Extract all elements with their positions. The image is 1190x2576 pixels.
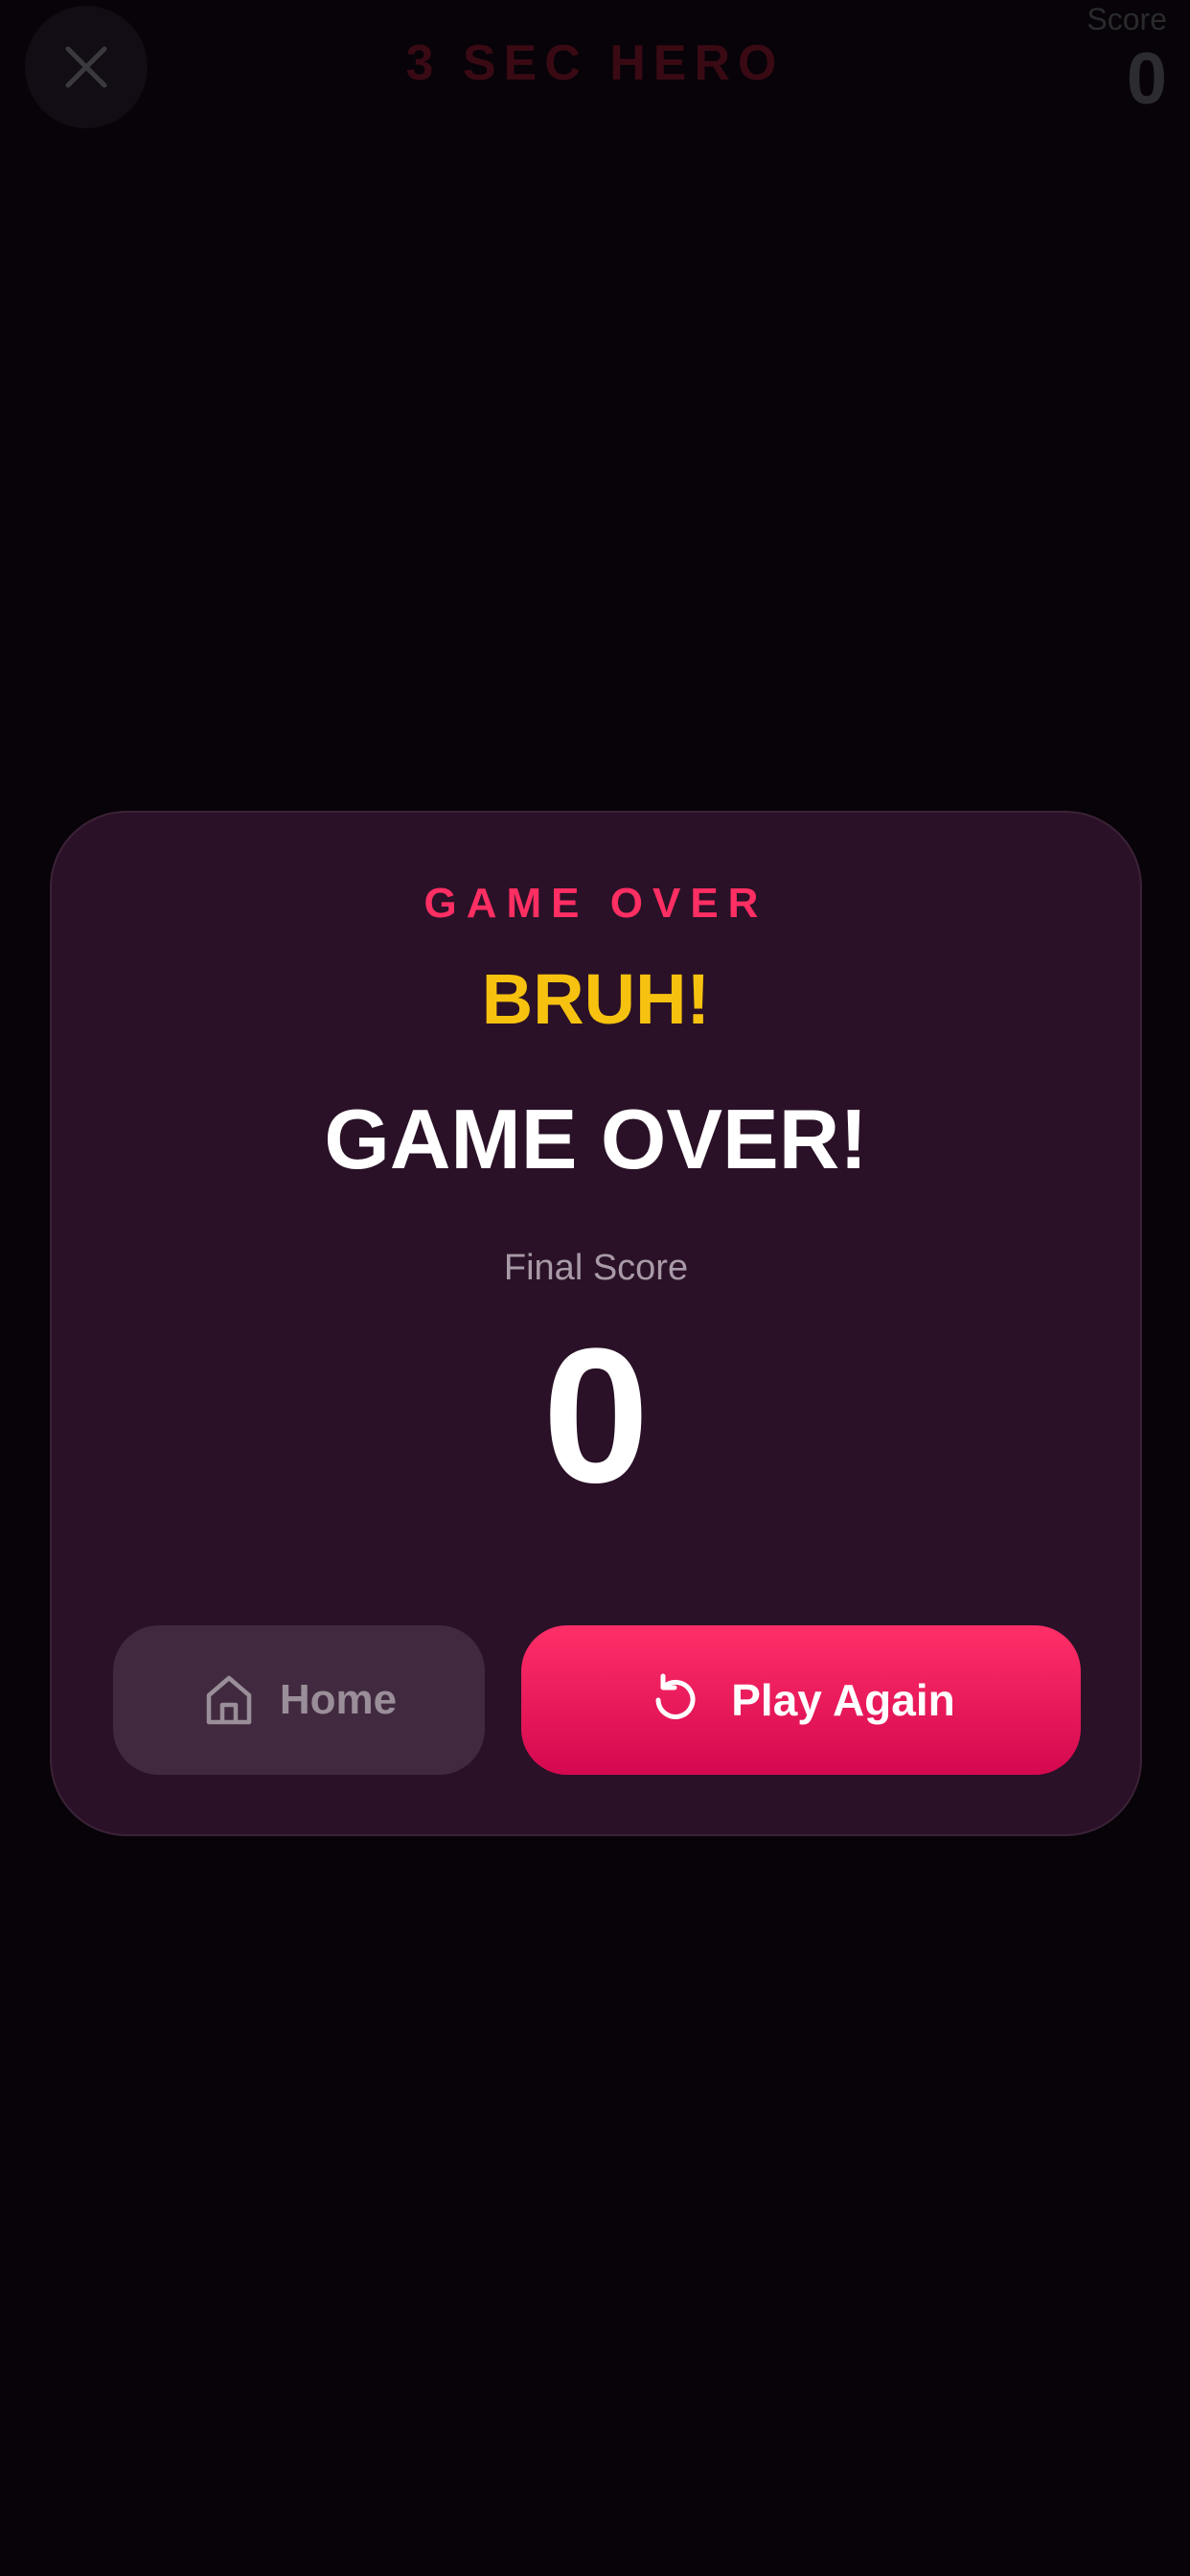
score-display: Score 0 bbox=[1087, 0, 1167, 121]
play-again-button[interactable]: Play Again bbox=[521, 1625, 1081, 1775]
game-over-screen: 3 SEC HERO Score 0 GAME OVER BRUH! GAME … bbox=[0, 0, 1190, 2576]
modal-kicker: GAME OVER bbox=[423, 880, 768, 927]
game-over-modal: GAME OVER BRUH! GAME OVER! Final Score 0… bbox=[50, 811, 1142, 1836]
modal-headline: GAME OVER! bbox=[324, 1092, 868, 1186]
home-button[interactable]: Home bbox=[113, 1625, 485, 1775]
game-title: 3 SEC HERO bbox=[405, 35, 785, 91]
score-value: 0 bbox=[1126, 38, 1167, 120]
final-score-value: 0 bbox=[542, 1309, 650, 1523]
score-label: Score bbox=[1087, 2, 1167, 36]
modal-exclamation: BRUH! bbox=[481, 959, 711, 1039]
home-icon bbox=[206, 1675, 252, 1725]
replay-icon bbox=[655, 1673, 696, 1719]
play-again-label: Play Again bbox=[731, 1675, 955, 1725]
home-button-label: Home bbox=[279, 1676, 398, 1723]
final-score-label: Final Score bbox=[503, 1248, 689, 1288]
